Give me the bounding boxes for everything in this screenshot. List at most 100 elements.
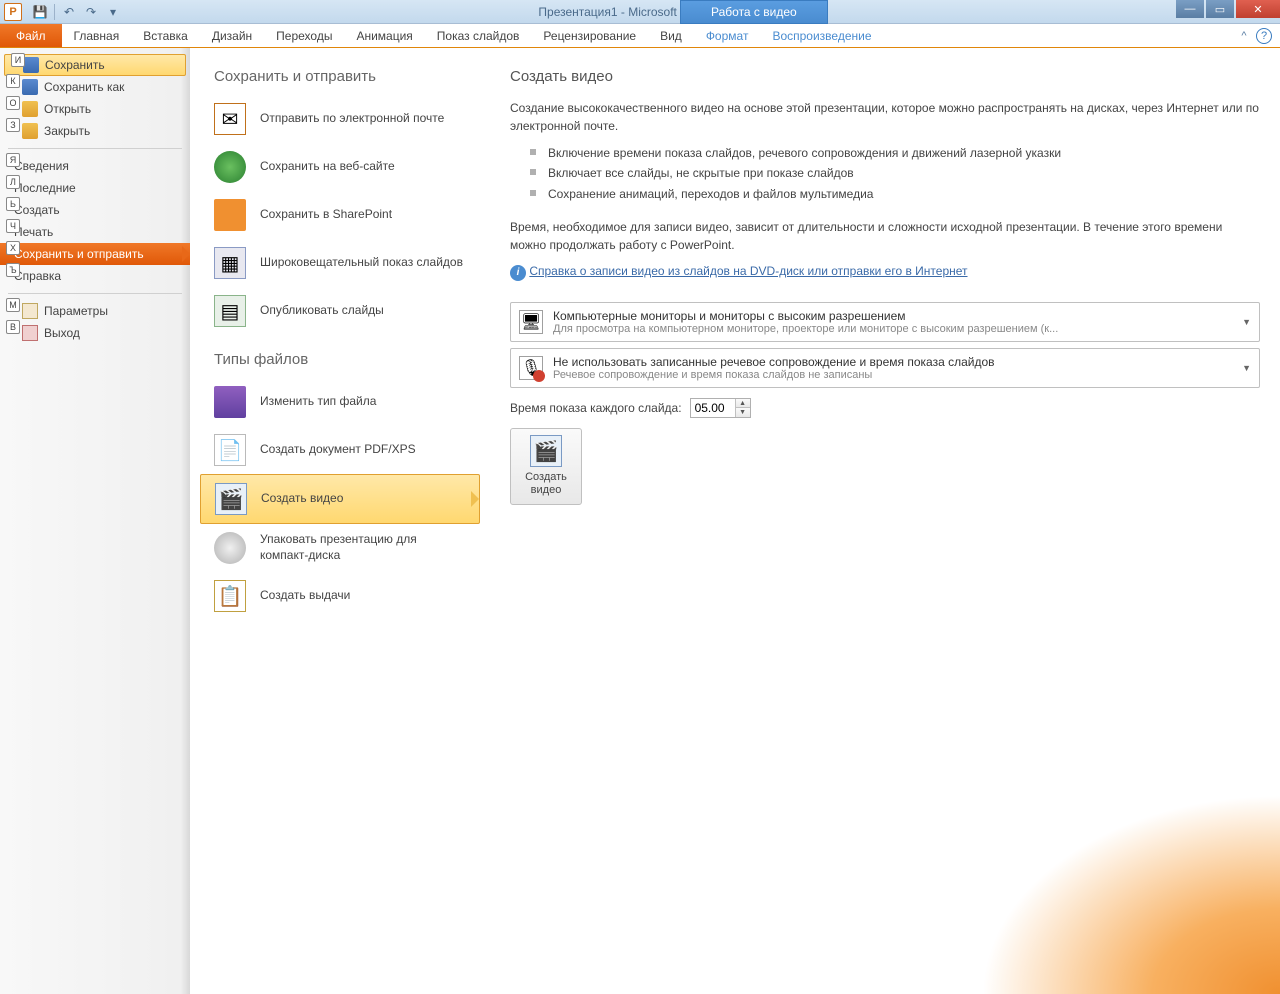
nav-save-as[interactable]: К Сохранить как xyxy=(0,76,190,98)
duration-input[interactable] xyxy=(691,399,735,417)
key-tip: Ъ xyxy=(6,263,20,277)
right-note: Время, необходимое для записи видео, зав… xyxy=(510,218,1260,254)
key-tip: Я xyxy=(6,153,20,167)
key-tip: В xyxy=(6,320,20,334)
nav-label: Сведения xyxy=(14,159,69,173)
globe-icon xyxy=(214,151,246,183)
help-link[interactable]: Справка о записи видео из слайдов на DVD… xyxy=(529,264,967,278)
nav-label: Закрыть xyxy=(44,124,90,138)
tab-transitions[interactable]: Переходы xyxy=(264,24,344,47)
key-tip: З xyxy=(6,118,20,132)
ribbon-tabs: Файл Главная Вставка Дизайн Переходы Ани… xyxy=(0,24,1280,48)
key-tip: Ь xyxy=(6,197,20,211)
close-button[interactable]: ✕ xyxy=(1236,0,1280,18)
nav-label: Справка xyxy=(14,269,61,283)
monitor-icon: 🖥 xyxy=(519,310,543,334)
dropdown-title: Не использовать записанные речевое сопро… xyxy=(553,355,1234,369)
option-email[interactable]: ✉ Отправить по электронной почте xyxy=(200,95,480,143)
tab-animation[interactable]: Анимация xyxy=(344,24,424,47)
spinner-down-icon[interactable]: ▼ xyxy=(736,408,750,417)
nav-options[interactable]: М Параметры xyxy=(0,300,190,322)
mail-icon: ✉ xyxy=(214,103,246,135)
option-publish[interactable]: ▤ Опубликовать слайды xyxy=(200,287,480,335)
option-label: Отправить по электронной почте xyxy=(260,111,444,127)
option-label: Сохранить на веб-сайте xyxy=(260,159,395,175)
minimize-button[interactable]: — xyxy=(1176,0,1204,18)
separator xyxy=(8,148,182,149)
tab-slideshow[interactable]: Показ слайдов xyxy=(425,24,532,47)
key-tip: Х xyxy=(6,241,20,255)
tab-home[interactable]: Главная xyxy=(62,24,132,47)
option-broadcast[interactable]: ▦ Широковещательный показ слайдов xyxy=(200,239,480,287)
qat-redo-icon[interactable]: ↷ xyxy=(81,3,101,21)
backstage-middle: Сохранить и отправить ✉ Отправить по эле… xyxy=(190,48,490,994)
right-heading: Создать видео xyxy=(510,68,1260,85)
save-as-icon xyxy=(22,79,38,95)
option-label: Создать видео xyxy=(261,491,343,507)
quick-access-toolbar: 💾 ↶ ↷ ▾ xyxy=(30,3,123,21)
titlebar: P 💾 ↶ ↷ ▾ Презентация1 - Microsoft Power… xyxy=(0,0,1280,24)
nav-recent[interactable]: Л Последние xyxy=(0,177,190,199)
dropdown-resolution[interactable]: 🖥 Компьютерные мониторы и мониторы с выс… xyxy=(510,302,1260,342)
qat-undo-icon[interactable]: ↶ xyxy=(59,3,79,21)
open-icon xyxy=(22,101,38,117)
narration-icon: 🎙 xyxy=(519,356,543,380)
option-web[interactable]: Сохранить на веб-сайте xyxy=(200,143,480,191)
nav-label: Сохранить как xyxy=(44,80,124,94)
option-label: Изменить тип файла xyxy=(260,394,376,410)
option-change-type[interactable]: Изменить тип файла xyxy=(200,378,480,426)
create-video-button[interactable]: 🎬 Создать видео xyxy=(510,428,582,504)
option-label: Широковещательный показ слайдов xyxy=(260,255,463,271)
nav-save-send[interactable]: Х Сохранить и отправить xyxy=(0,243,190,265)
option-sharepoint[interactable]: Сохранить в SharePoint xyxy=(200,191,480,239)
nav-new[interactable]: Ь Создать xyxy=(0,199,190,221)
dropdown-title: Компьютерные мониторы и мониторы с высок… xyxy=(553,309,1234,323)
bullet-item: Включает все слайды, не скрытые при пока… xyxy=(530,163,1260,183)
help-icon[interactable]: ? xyxy=(1256,28,1272,44)
tab-insert[interactable]: Вставка xyxy=(131,24,200,47)
option-create-video[interactable]: 🎬 Создать видео xyxy=(200,474,480,524)
option-pdf[interactable]: 📄 Создать документ PDF/XPS xyxy=(200,426,480,474)
chevron-down-icon: ▼ xyxy=(1242,363,1251,373)
nav-label: Выход xyxy=(44,326,80,340)
maximize-button[interactable]: ▭ xyxy=(1206,0,1234,18)
nav-help[interactable]: Ъ Справка xyxy=(0,265,190,287)
options-icon xyxy=(22,303,38,319)
tab-design[interactable]: Дизайн xyxy=(200,24,264,47)
qat-save-icon[interactable]: 💾 xyxy=(30,3,50,21)
dropdown-subtitle: Речевое сопровождение и время показа сла… xyxy=(553,369,1234,381)
option-package-cd[interactable]: Упаковать презентацию для компакт-диска xyxy=(200,524,480,572)
nav-print[interactable]: Ч Печать xyxy=(0,221,190,243)
app-icon: P xyxy=(4,3,22,21)
tab-review[interactable]: Рецензирование xyxy=(531,24,648,47)
tab-view[interactable]: Вид xyxy=(648,24,694,47)
qat-dropdown-icon[interactable]: ▾ xyxy=(103,3,123,21)
nav-info[interactable]: Я Сведения xyxy=(0,155,190,177)
backstage-view: И Сохранить К Сохранить как О Открыть З … xyxy=(0,48,1280,994)
bullet-item: Включение времени показа слайдов, речево… xyxy=(530,143,1260,163)
option-handouts[interactable]: 📋 Создать выдачи xyxy=(200,572,480,620)
nav-close[interactable]: З Закрыть xyxy=(0,120,190,142)
cd-icon xyxy=(214,532,246,564)
option-label: Упаковать презентацию для компакт-диска xyxy=(260,532,466,563)
nav-exit[interactable]: В Выход xyxy=(0,322,190,344)
tab-format[interactable]: Формат xyxy=(694,24,761,47)
dropdown-narration[interactable]: 🎙 Не использовать записанные речевое соп… xyxy=(510,348,1260,388)
pdf-icon: 📄 xyxy=(214,434,246,466)
info-icon: i xyxy=(510,265,526,281)
option-label: Создать выдачи xyxy=(260,588,350,604)
nav-open[interactable]: О Открыть xyxy=(0,98,190,120)
create-video-icon: 🎬 xyxy=(530,435,562,467)
ribbon-minimize-icon[interactable]: ^ xyxy=(1236,28,1252,44)
key-tip: К xyxy=(6,74,20,88)
spinner-up-icon[interactable]: ▲ xyxy=(736,399,750,408)
qat-separator xyxy=(54,4,55,20)
option-label: Опубликовать слайды xyxy=(260,303,384,319)
tab-playback[interactable]: Воспроизведение xyxy=(760,24,883,47)
duration-spinner[interactable]: ▲ ▼ xyxy=(690,398,751,418)
sharepoint-icon xyxy=(214,199,246,231)
nav-save[interactable]: И Сохранить xyxy=(4,54,186,76)
nav-label: Открыть xyxy=(44,102,91,116)
tab-file[interactable]: Файл xyxy=(0,24,62,47)
key-tip: О xyxy=(6,96,20,110)
